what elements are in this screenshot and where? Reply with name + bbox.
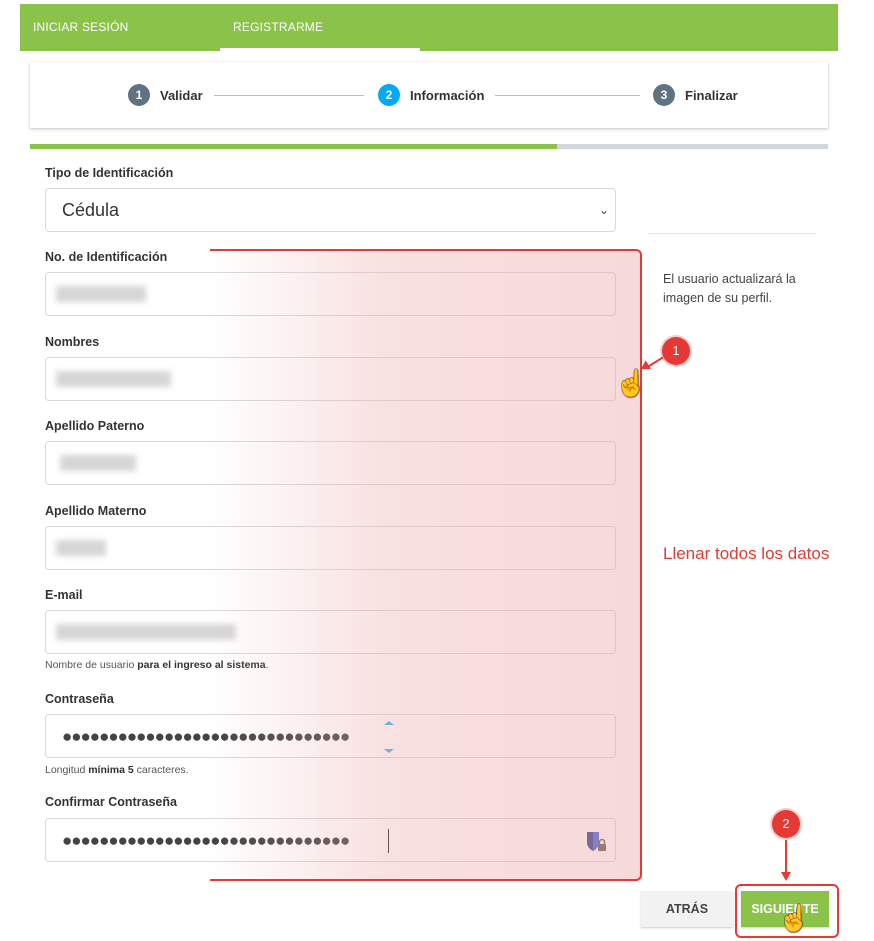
step-validar: 1 Validar	[128, 84, 203, 106]
side-divider	[648, 233, 816, 234]
step-label: Finalizar	[685, 87, 738, 103]
tab-login[interactable]: INICIAR SESIÓN	[33, 4, 128, 51]
progress-bar	[30, 144, 828, 149]
step-connector	[214, 95, 364, 96]
redacted-value	[56, 286, 146, 302]
back-button[interactable]: ATRÁS	[641, 891, 733, 927]
tab-active-indicator	[220, 48, 420, 51]
redacted-value	[56, 371, 171, 387]
step-connector	[495, 95, 640, 96]
fields-highlight-bracket	[210, 249, 642, 881]
step-number: 1	[128, 84, 150, 106]
step-label: Información	[410, 87, 485, 103]
confirm-password-label: Confirmar Contraseña	[45, 795, 177, 809]
id-type-label: Tipo de Identificación	[45, 166, 174, 180]
step-badge-2: 2	[772, 810, 800, 838]
password-label: Contraseña	[45, 692, 114, 706]
id-type-select[interactable]: Cédula ⌄	[45, 188, 616, 232]
id-type-value: Cédula	[62, 200, 120, 220]
redacted-value	[56, 540, 106, 556]
progress-fill	[30, 144, 557, 149]
hand-cursor-icon: ☝	[615, 368, 648, 398]
redacted-value	[56, 624, 236, 640]
profile-image-note: El usuario actualizará la imagen de su p…	[663, 272, 796, 305]
step-label: Validar	[160, 87, 203, 103]
password-help: Longitud mínima 5 caracteres.	[45, 764, 189, 776]
step-number: 2	[378, 84, 400, 106]
maternal-surname-label: Apellido Materno	[45, 504, 147, 518]
chevron-down-icon: ⌄	[598, 203, 609, 217]
arrow-line	[785, 840, 787, 874]
registration-stepper: 1 Validar 2 Información 3 Finalizar	[30, 62, 828, 128]
step-informacion: 2 Información	[378, 84, 484, 106]
hand-cursor-icon: ☝	[778, 903, 811, 933]
auth-tabs: INICIAR SESIÓN REGISTRARME	[20, 4, 838, 51]
step-badge-1: 1	[662, 337, 690, 365]
email-label: E-mail	[45, 588, 83, 602]
paternal-surname-label: Apellido Paterno	[45, 419, 145, 433]
redacted-value	[60, 455, 136, 471]
arrow-head-icon	[781, 872, 791, 881]
step-finalizar: 3 Finalizar	[653, 84, 738, 106]
first-names-label: Nombres	[45, 335, 100, 349]
step-number: 3	[653, 84, 675, 106]
tab-register[interactable]: REGISTRARME	[233, 4, 323, 51]
fill-all-data-note: Llenar todos los datos	[663, 544, 830, 563]
id-number-label: No. de Identificación	[45, 250, 168, 264]
